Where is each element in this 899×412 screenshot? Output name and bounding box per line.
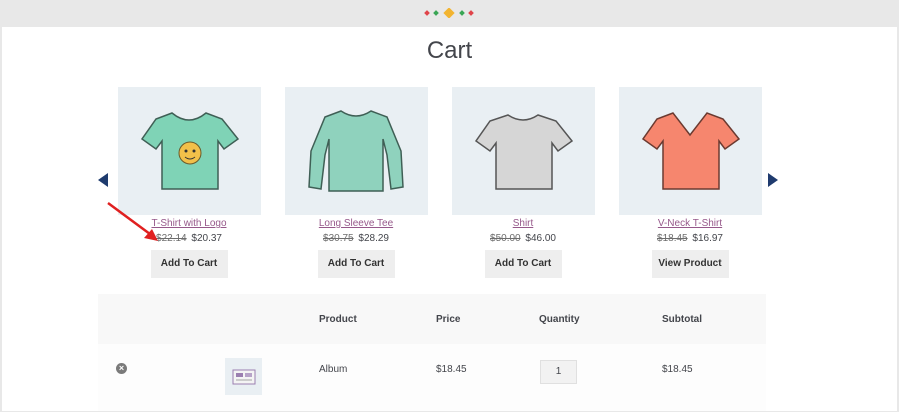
sale-price: $28.29 (358, 233, 389, 244)
remove-item-icon[interactable]: × (116, 363, 127, 374)
product-image[interactable] (284, 87, 428, 215)
vneck-tshirt-icon (641, 112, 741, 190)
cart-table-header: Product Price Quantity Subtotal (98, 294, 766, 344)
header-subtotal: Subtotal (662, 314, 702, 325)
long-sleeve-tee-icon (308, 110, 404, 192)
annotation-arrow-icon (107, 201, 158, 241)
add-to-cart-button[interactable]: Add To Cart (484, 250, 562, 278)
product-link[interactable]: Shirt (450, 218, 596, 229)
album-thumbnail[interactable] (225, 358, 262, 395)
product-image[interactable] (117, 87, 261, 215)
cross-sell-product: Long Sleeve Tee $30.75 $28.29 Add To Car… (283, 87, 429, 278)
add-to-cart-button[interactable]: Add To Cart (317, 250, 395, 278)
shirt-icon (474, 114, 574, 190)
logo-dots-icon (424, 8, 474, 18)
product-link[interactable]: Long Sleeve Tee (283, 218, 429, 229)
album-icon (232, 369, 255, 384)
add-to-cart-button[interactable]: Add To Cart (150, 250, 228, 278)
page-title: Cart (426, 37, 473, 64)
sale-price: $46.00 (525, 233, 556, 244)
product-price: $18.45 $16.97 (617, 233, 763, 244)
header-quantity: Quantity (539, 314, 580, 325)
tshirt-with-logo-icon (140, 112, 240, 190)
cross-sell-product: Shirt $50.00 $46.00 Add To Cart (450, 87, 596, 278)
quantity-input[interactable]: 1 (540, 360, 577, 384)
carousel-prev-arrow-icon[interactable] (98, 173, 108, 187)
cross-sell-product: T-Shirt with Logo $22.14 $20.37 Add To C… (116, 87, 262, 278)
view-product-button[interactable]: View Product (651, 250, 729, 278)
product-image[interactable] (618, 87, 762, 215)
table-row: × Album $18.45 1 $18.45 (98, 344, 766, 411)
header-price: Price (436, 314, 461, 325)
product-link-album[interactable]: Album (319, 364, 347, 375)
product-price: $50.00 $46.00 (450, 233, 596, 244)
header-product: Product (319, 314, 357, 325)
row-subtotal: $18.45 (662, 364, 693, 375)
old-price: $50.00 (490, 233, 521, 244)
cart-page: Cart T-Shirt with Logo $22.14 $20.37 Add… (2, 27, 897, 411)
site-header-bar (0, 0, 899, 27)
carousel-next-arrow-icon[interactable] (768, 173, 778, 187)
cross-sell-product: V-Neck T-Shirt $18.45 $16.97 View Produc… (617, 87, 763, 278)
row-price: $18.45 (436, 364, 467, 375)
old-price: $30.75 (323, 233, 354, 244)
product-price: $30.75 $28.29 (283, 233, 429, 244)
product-image[interactable] (451, 87, 595, 215)
sale-price: $20.37 (191, 233, 222, 244)
product-link[interactable]: V-Neck T-Shirt (617, 218, 763, 229)
old-price: $18.45 (657, 233, 688, 244)
sale-price: $16.97 (692, 233, 723, 244)
